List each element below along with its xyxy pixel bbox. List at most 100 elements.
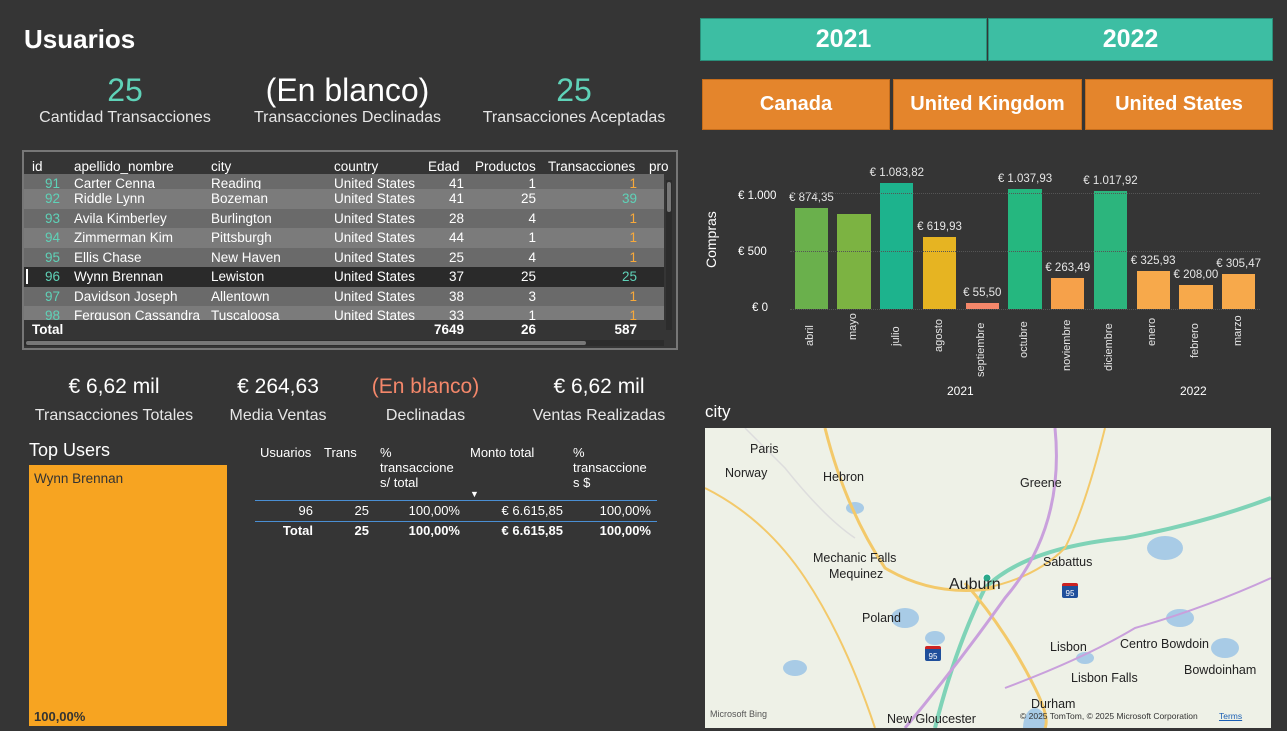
country-us-button[interactable]: United States xyxy=(1085,79,1273,130)
total-trans: 587 xyxy=(614,322,637,338)
table-row[interactable]: 97 Davidson Joseph Allentown United States 3… xyxy=(24,286,664,306)
col-apellido-nombre[interactable]: apellido_nombre xyxy=(74,159,174,174)
cell-city: Bozeman xyxy=(211,191,269,207)
cell-edad: 38 xyxy=(448,288,464,304)
kpi-transacciones-aceptadas: 25 Transacciones Aceptadas xyxy=(478,72,670,127)
bar-diciembre[interactable] xyxy=(1093,191,1128,309)
cell-city: New Haven xyxy=(211,249,281,265)
cell-total-monto: € 6.615,85 xyxy=(501,523,563,538)
map-terms-link[interactable]: Terms xyxy=(1219,711,1242,721)
col-city[interactable]: city xyxy=(211,159,231,174)
cell-productos: 4 xyxy=(528,210,536,226)
col-usuarios[interactable]: Usuarios xyxy=(260,445,311,460)
cell-id: 92 xyxy=(44,191,60,207)
country-uk-button[interactable]: United Kingdom xyxy=(893,79,1082,130)
map-label-lisbon-falls: Lisbon Falls xyxy=(1071,671,1138,685)
map-label-mechanic-falls: Mechanic Falls xyxy=(813,551,897,565)
cell-edad: 41 xyxy=(448,191,464,207)
cell-monto: € 6.615,85 xyxy=(501,503,563,518)
cell-edad: 44 xyxy=(448,230,464,246)
vertical-scrollbar[interactable] xyxy=(666,180,672,330)
cell-pct-total: 100,00% xyxy=(408,503,460,518)
kpi-label: Transacciones Aceptadas xyxy=(482,109,666,126)
cell-country: United States xyxy=(334,288,416,304)
page-title: Usuarios xyxy=(24,24,136,54)
cell-name: Davidson Joseph xyxy=(74,288,178,304)
gridline xyxy=(790,251,1260,253)
x-tick-enero: enero xyxy=(1146,317,1159,346)
table-row[interactable]: 94 Zimmerman Kim Pittsburgh United States 44… xyxy=(24,228,664,248)
data-label-noviembre: € 263,49 xyxy=(1045,262,1091,275)
cell-trans: 25 xyxy=(354,503,369,518)
bar-agosto[interactable] xyxy=(922,237,957,309)
bar-marzo[interactable] xyxy=(1221,273,1256,309)
kpi-value: (En blanco) xyxy=(265,72,430,108)
total-productos: 26 xyxy=(520,322,536,338)
users-table[interactable]: id apellido_nombre city country Edad Pro… xyxy=(22,150,678,350)
col-trans[interactable]: Trans xyxy=(324,445,357,460)
bar-febrero[interactable] xyxy=(1179,284,1213,309)
cell-edad: 25 xyxy=(448,249,464,265)
cell-trans: 25 xyxy=(621,269,637,285)
cell-edad: 28 xyxy=(448,210,464,226)
top-user-name: Wynn Brennan xyxy=(34,471,124,486)
city-map[interactable]: Paris Norway Hebron Greene Mechanic Falls Meq… xyxy=(705,428,1271,728)
trans-summary-table[interactable]: Usuarios Trans % transaccione s/ total M… xyxy=(255,443,657,543)
cell-country: United States xyxy=(334,249,416,265)
cell-productos: 1 xyxy=(528,230,536,246)
kpi-label: Ventas Realizadas xyxy=(532,407,666,424)
kpi-label: Transacciones Declinadas xyxy=(253,109,442,126)
map-label-mequinez: Mequinez xyxy=(829,567,884,581)
bar-julio[interactable] xyxy=(880,183,914,309)
x-tick-septiembre: septiembre xyxy=(975,322,988,377)
cell-id: 97 xyxy=(44,288,60,304)
data-label-septiembre: € 55,50 xyxy=(963,286,1002,299)
plot-area: € 874,35 € 1.083,82 € 619,93 € 55,50 € 1.037… xyxy=(789,167,1261,310)
table-row[interactable]: 96 Wynn Brennan Lewiston United States 37 25 2… xyxy=(24,267,664,287)
bar-enero[interactable] xyxy=(1136,271,1170,309)
bar-octubre[interactable] xyxy=(1008,188,1042,309)
y-tick-0: € 0 xyxy=(752,302,768,314)
cell-usuario: 96 xyxy=(298,503,313,518)
trans-data-row[interactable]: 96 25 100,00% € 6.615,85 100,00% xyxy=(255,503,657,521)
map-attribution: © 2025 TomTom, © 2025 Microsoft Corporat… xyxy=(1020,711,1198,721)
year-2021-button[interactable]: 2021 xyxy=(700,18,987,61)
cell-country: United States xyxy=(334,230,416,246)
cell-trans: 1 xyxy=(629,230,637,246)
country-canada-button[interactable]: Canada xyxy=(702,79,890,130)
cell-total-trans: 25 xyxy=(354,523,369,538)
cell-id: 94 xyxy=(44,230,60,246)
cell-total-label: Total xyxy=(282,523,313,538)
top-users-bar[interactable]: Wynn Brennan 100,00% xyxy=(29,465,227,726)
col-edad[interactable]: Edad xyxy=(428,159,460,174)
col-pct-total[interactable]: % transaccione s/ total xyxy=(380,445,460,490)
col-productos[interactable]: Productos xyxy=(475,159,536,174)
bar-abril[interactable] xyxy=(794,207,828,309)
cell-country: United States xyxy=(334,210,416,226)
kpi-value: 25 xyxy=(556,72,592,108)
x-tick-noviembre: noviembre xyxy=(1060,319,1073,371)
col-monto-total[interactable]: Monto total xyxy=(470,445,534,460)
cell-productos: 4 xyxy=(528,249,536,265)
bar-noviembre[interactable] xyxy=(1051,278,1085,309)
col-country[interactable]: country xyxy=(334,159,378,174)
x-tick-febrero: febrero xyxy=(1188,323,1201,359)
table-row[interactable]: 92 Riddle Lynn Bozeman United States 41 25 39 xyxy=(24,189,664,209)
gridline xyxy=(790,309,1260,310)
horizontal-scrollbar[interactable] xyxy=(24,340,664,346)
cell-pct-dollars: 100,00% xyxy=(599,503,651,518)
col-transacciones[interactable]: Transacciones xyxy=(548,159,635,174)
kpi-value: € 264,63 xyxy=(237,375,319,398)
table-row[interactable]: 95 Ellis Chase New Haven United States 25 4 1 xyxy=(24,247,664,267)
bar-mayo[interactable] xyxy=(837,214,871,309)
table-row[interactable]: 93 Avila Kimberley Burlington United States… xyxy=(24,208,664,228)
compras-bar-chart[interactable]: Compras € 1.000 € 500 € 0 € 874,35 € 1.08… xyxy=(700,160,1275,400)
data-label-marzo: € 305,47 xyxy=(1216,257,1261,270)
kpi-cantidad-transacciones: 25 Cantidad Transacciones xyxy=(30,72,220,127)
cell-total-pct: 100,00% xyxy=(408,523,460,538)
cell-country: United States xyxy=(334,191,416,207)
trans-total-row: Total 25 100,00% € 6.615,85 100,00% xyxy=(255,523,657,541)
col-pct-dollars[interactable]: % transaccione s $ xyxy=(573,445,653,490)
col-pro[interactable]: pro xyxy=(649,159,669,174)
year-2022-button[interactable]: 2022 xyxy=(988,18,1273,61)
